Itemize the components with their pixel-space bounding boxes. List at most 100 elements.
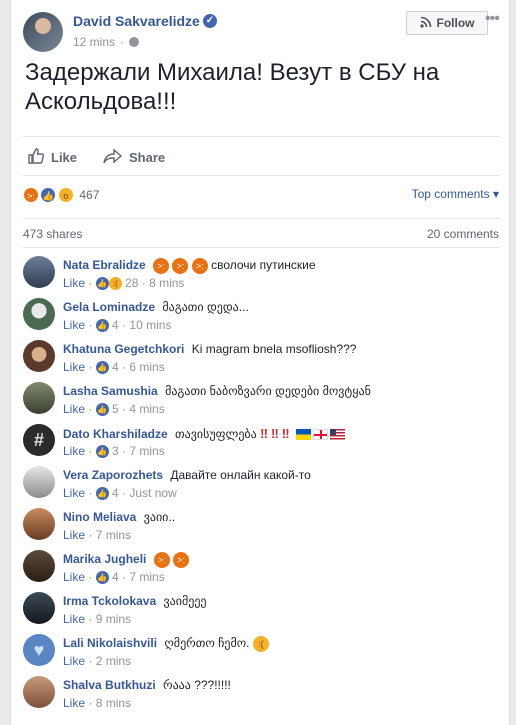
comment-time[interactable]: 9 mins [96,612,131,626]
comment-meta: Like · 👍 3 · 7 mins [63,444,165,459]
commenter-name[interactable]: Lasha Samushia [63,384,158,398]
comment-like-link[interactable]: Like [63,570,85,584]
like-reaction-icon: 👍 [95,571,109,585]
share-icon [103,147,123,168]
comment-time[interactable]: 7 mins [129,570,164,584]
comment-body: Shalva Butkhuzi რააა ???!!!!! [63,678,231,692]
globe-icon[interactable] [129,37,140,47]
avatar[interactable]: ♥ [23,634,55,666]
list-item: # Dato Kharshiladze თავისუფლება ‼ ‼ ‼ Like… [23,422,499,464]
commenter-name[interactable]: Vera Zaporozhets [63,468,163,482]
comment-like-link[interactable]: Like [63,612,85,626]
shares-row: 473 shares 20 comments [23,218,499,248]
sad-icon: :( [108,277,122,291]
shares-count[interactable]: 473 shares [23,227,82,241]
comment-meta: Like · 👍 4 · 7 mins [63,570,165,585]
commenter-name[interactable]: Lali Nikolaishvili [63,636,157,650]
avatar[interactable] [23,508,55,540]
comment-time[interactable]: 8 mins [149,276,184,290]
avatar[interactable] [23,382,55,414]
comment-time[interactable]: 7 mins [96,528,131,542]
post-text: Задержали Михаила! Везут в СБУ на Асколь… [25,59,440,115]
like-button[interactable]: Like [27,147,77,168]
avatar[interactable] [23,256,55,288]
avatar[interactable] [23,298,55,330]
comment-body: Nino Meliava ვაიი.. [63,510,175,524]
commenter-name[interactable]: Nata Ebralidze [63,258,146,272]
share-button[interactable]: Share [103,147,165,168]
comments-list: Nata Ebralidze >: >: >: сволочи путински… [23,254,499,716]
comment-like-link[interactable]: Like [63,318,85,332]
comment-like-link[interactable]: Like [63,276,85,290]
post-time[interactable]: 12 mins [73,35,115,49]
comment-body: Nata Ebralidze >: >: >: сволочи путински… [63,258,316,274]
more-options-icon[interactable]: ••• [485,10,500,28]
reaction-count: 5 [112,402,119,416]
angry-icon: >: [191,258,208,274]
list-item: Marika Jugheli >: >: Like · 👍 4 · 7 mins [23,548,499,590]
like-reaction-icon: 👍 [95,487,109,501]
thumbs-up-icon [27,147,45,168]
comment-time[interactable]: 7 mins [129,444,164,458]
comment-body: Vera Zaporozhets Давайте онлайн какой-то [63,468,311,482]
comment-time[interactable]: Just now [129,486,176,500]
comment-text: сволочи путинские [211,258,316,273]
comment-time[interactable]: 8 mins [96,696,131,710]
comments-count[interactable]: 20 comments [427,227,499,241]
avatar[interactable] [23,466,55,498]
avatar[interactable] [23,592,55,624]
reaction-count: 4 [112,318,119,332]
list-item: Nata Ebralidze >: >: >: сволочи путински… [23,254,499,296]
author-name[interactable]: David Sakvarelidze [73,13,200,29]
author-avatar[interactable] [23,12,63,52]
commenter-name[interactable]: Gela Lominadze [63,300,155,314]
reaction-count: 4 [112,486,119,500]
verified-icon: ✓ [203,14,217,28]
list-item: Gela Lominadze მაგათი დედა... Like · 👍 4… [23,296,499,338]
commenter-name[interactable]: Marika Jugheli [63,552,146,566]
post-meta: 12 mins · [73,35,140,49]
like-label: Like [51,150,78,165]
usa-flag-icon [330,429,345,441]
like-reaction-icon: 👍 [40,186,57,203]
share-label: Share [129,150,166,165]
follow-button[interactable]: Follow [406,11,488,35]
comment-time[interactable]: 10 mins [129,318,171,332]
commenter-name[interactable]: Nino Meliava [63,510,136,524]
comment-like-link[interactable]: Like [63,444,85,458]
avatar[interactable]: # [23,424,55,456]
top-comments-dropdown[interactable]: Top comments ▾ [412,187,499,201]
commenter-name[interactable]: Khatuna Gegetchkori [63,342,184,356]
comment-like-link[interactable]: Like [63,696,85,710]
reaction-summary[interactable]: >: 👍 o 467 [23,186,99,204]
double-exclamation-icon: ‼ [270,426,279,441]
commenter-name[interactable]: Dato Kharshiladze [63,427,168,441]
commenter-name[interactable]: Shalva Butkhuzi [63,678,156,692]
reaction-count: 467 [79,187,100,202]
comment-like-link[interactable]: Like [63,360,85,374]
commenter-name[interactable]: Irma Tckolokava [63,594,156,608]
list-item: Irma Tckolokava ვაიმეეე Like · 9 mins [23,590,499,632]
angry-icon: >: [23,186,39,203]
comment-time[interactable]: 6 mins [129,360,164,374]
comment-body: Lali Nikolaishvili ღმერთო ჩემო. :( [63,636,269,652]
comment-like-link[interactable]: Like [63,654,85,668]
top-comments-label: Top comments [411,187,490,201]
comment-body: Marika Jugheli >: >: [63,552,190,568]
list-item: Khatuna Gegetchkori Ki magram bnela msof… [23,338,499,380]
angry-icon: >: [153,258,170,274]
comment-like-link[interactable]: Like [63,528,85,542]
comment-time[interactable]: 4 mins [129,402,164,416]
avatar[interactable] [23,550,55,582]
comment-like-link[interactable]: Like [63,402,85,416]
comment-meta: Like · 2 mins [63,654,132,668]
avatar[interactable] [23,340,55,372]
comment-body: Dato Kharshiladze თავისუფლება ‼ ‼ ‼ [63,426,347,441]
avatar[interactable] [23,676,55,708]
caret-down-icon: ▾ [492,187,499,201]
like-reaction-icon: 👍 [95,445,109,459]
comment-like-link[interactable]: Like [63,486,85,500]
comment-text: ვაიი.. [143,510,176,524]
double-exclamation-icon: ‼ [260,426,268,441]
comment-time[interactable]: 2 mins [96,654,131,668]
